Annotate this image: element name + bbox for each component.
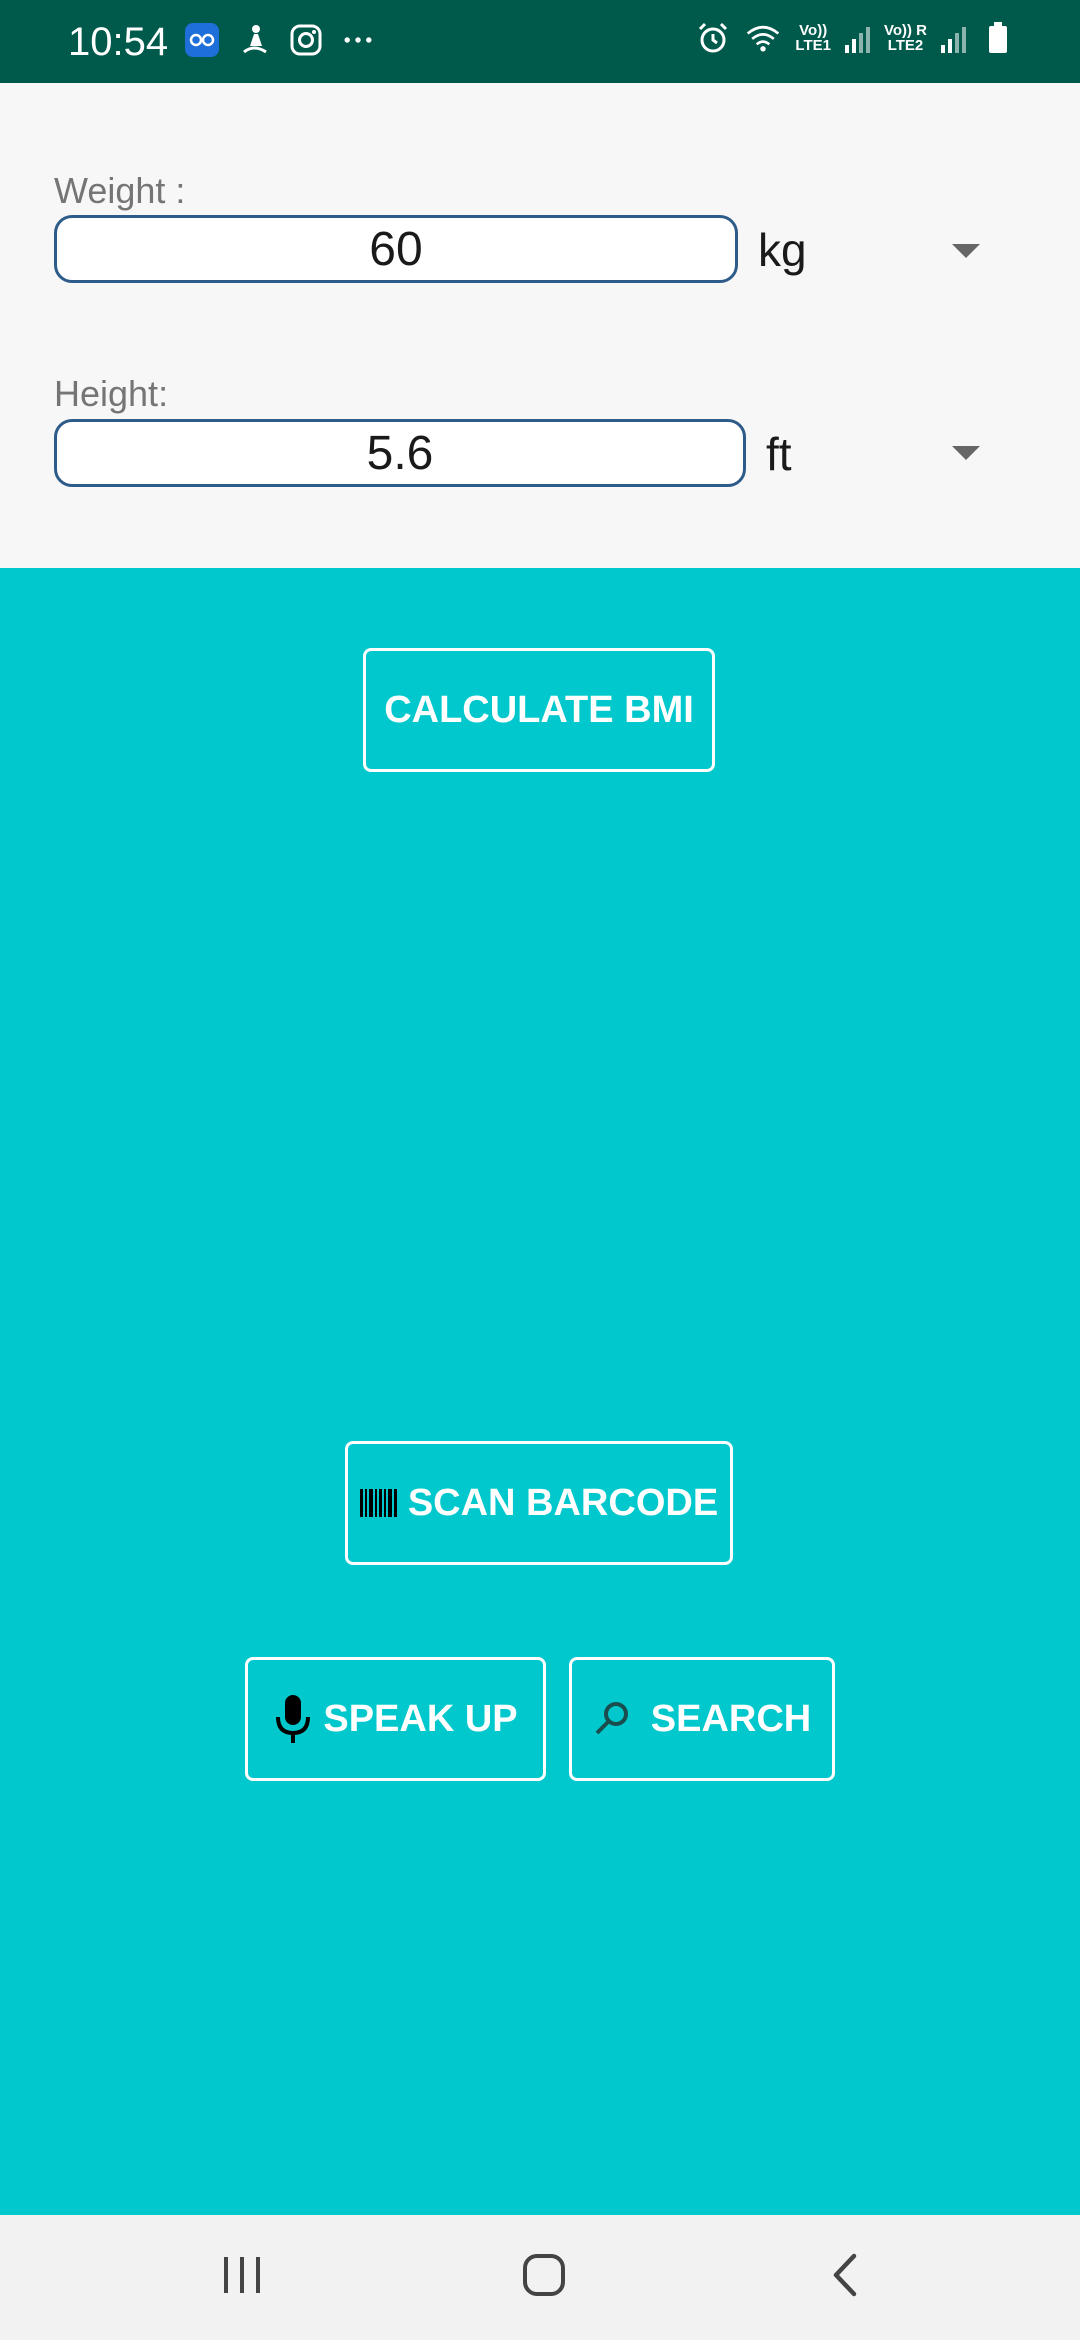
sim1-label: Vo)) LTE1 (795, 22, 831, 54)
status-bar: 10:54 Vo)) LTE1 Vo)) R LTE2 (0, 0, 1080, 83)
sim2-label: Vo)) R LTE2 (883, 22, 927, 54)
glasses-app-icon (184, 22, 220, 58)
weight-label: Weight : (54, 170, 186, 211)
calculate-bmi-label: CALCULATE BMI (384, 688, 694, 731)
back-button[interactable] (806, 2245, 886, 2309)
home-button[interactable] (504, 2245, 584, 2309)
home-icon (521, 2252, 567, 2303)
scan-barcode-label: SCAN BARCODE (407, 1481, 719, 1524)
more-dots-icon (340, 22, 376, 58)
weight-unit-dropdown[interactable] (860, 221, 980, 281)
scan-barcode-button[interactable]: SCAN BARCODE (345, 1441, 733, 1565)
battery-icon (980, 20, 1016, 56)
system-navigation-bar (0, 2215, 1080, 2340)
bmi-input-form: Weight : 60 kg Height: 5.6 ft (0, 83, 1080, 568)
dropdown-arrow-icon (952, 446, 980, 460)
height-label: Height: (54, 373, 169, 414)
search-button[interactable]: SEARCH (569, 1657, 835, 1781)
weight-unit-value: kg (758, 224, 807, 276)
wifi-icon (745, 20, 781, 56)
instagram-icon (288, 22, 324, 58)
back-icon (828, 2252, 864, 2303)
barcode-icon (359, 1489, 398, 1517)
microphone-icon (273, 1693, 313, 1745)
yoga-app-icon (236, 22, 272, 58)
calculate-bmi-button[interactable]: CALCULATE BMI (363, 648, 715, 772)
search-icon (593, 1700, 631, 1738)
speak-up-label: SPEAK UP (323, 1697, 518, 1740)
search-label: SEARCH (650, 1697, 812, 1740)
alarm-icon (695, 20, 731, 56)
status-time: 10:54 (68, 20, 169, 64)
system-icons: Vo)) LTE1 Vo)) R LTE2 (695, 20, 1016, 56)
signal-icon (844, 23, 870, 53)
signal-icon (941, 23, 966, 53)
weight-input[interactable]: 60 (54, 215, 738, 283)
dropdown-arrow-icon (952, 244, 980, 258)
notification-icons (184, 22, 376, 58)
recent-apps-icon (220, 2255, 264, 2300)
speak-up-button[interactable]: SPEAK UP (245, 1657, 546, 1781)
recent-apps-button[interactable] (202, 2245, 282, 2309)
height-unit-value: ft (766, 428, 792, 480)
height-unit-dropdown[interactable] (860, 423, 980, 483)
height-input[interactable]: 5.6 (54, 419, 746, 487)
